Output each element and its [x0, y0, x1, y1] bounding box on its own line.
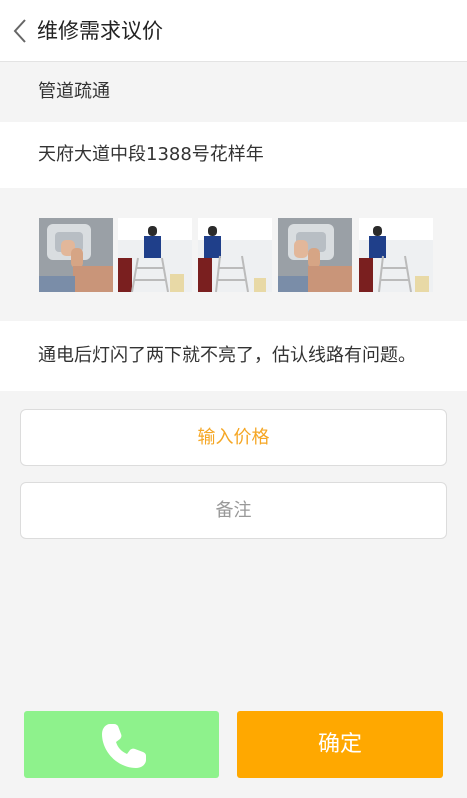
photo-thumbnail[interactable] — [198, 218, 272, 292]
photo-gallery — [0, 188, 467, 321]
photo-thumbnail[interactable] — [39, 218, 113, 292]
call-button[interactable] — [24, 711, 219, 778]
page-title: 维修需求议价 — [37, 19, 163, 43]
category-label: 管道疏通 — [0, 62, 467, 122]
chevron-left-icon[interactable] — [8, 16, 34, 46]
photo-thumbnail[interactable] — [359, 218, 433, 292]
photo-thumbnail[interactable] — [118, 218, 192, 292]
photo-thumbnail[interactable] — [278, 218, 352, 292]
remark-input[interactable]: 备注 — [20, 482, 447, 539]
confirm-button[interactable]: 确定 — [237, 711, 443, 778]
top-bar: 维修需求议价 — [0, 0, 467, 62]
price-input[interactable]: 输入价格 — [20, 409, 447, 466]
phone-icon — [102, 724, 146, 768]
problem-description: 通电后灯闪了两下就不亮了，估认线路有问题。 — [0, 321, 467, 391]
address-label: 天府大道中段1388号花样年 — [0, 122, 467, 188]
